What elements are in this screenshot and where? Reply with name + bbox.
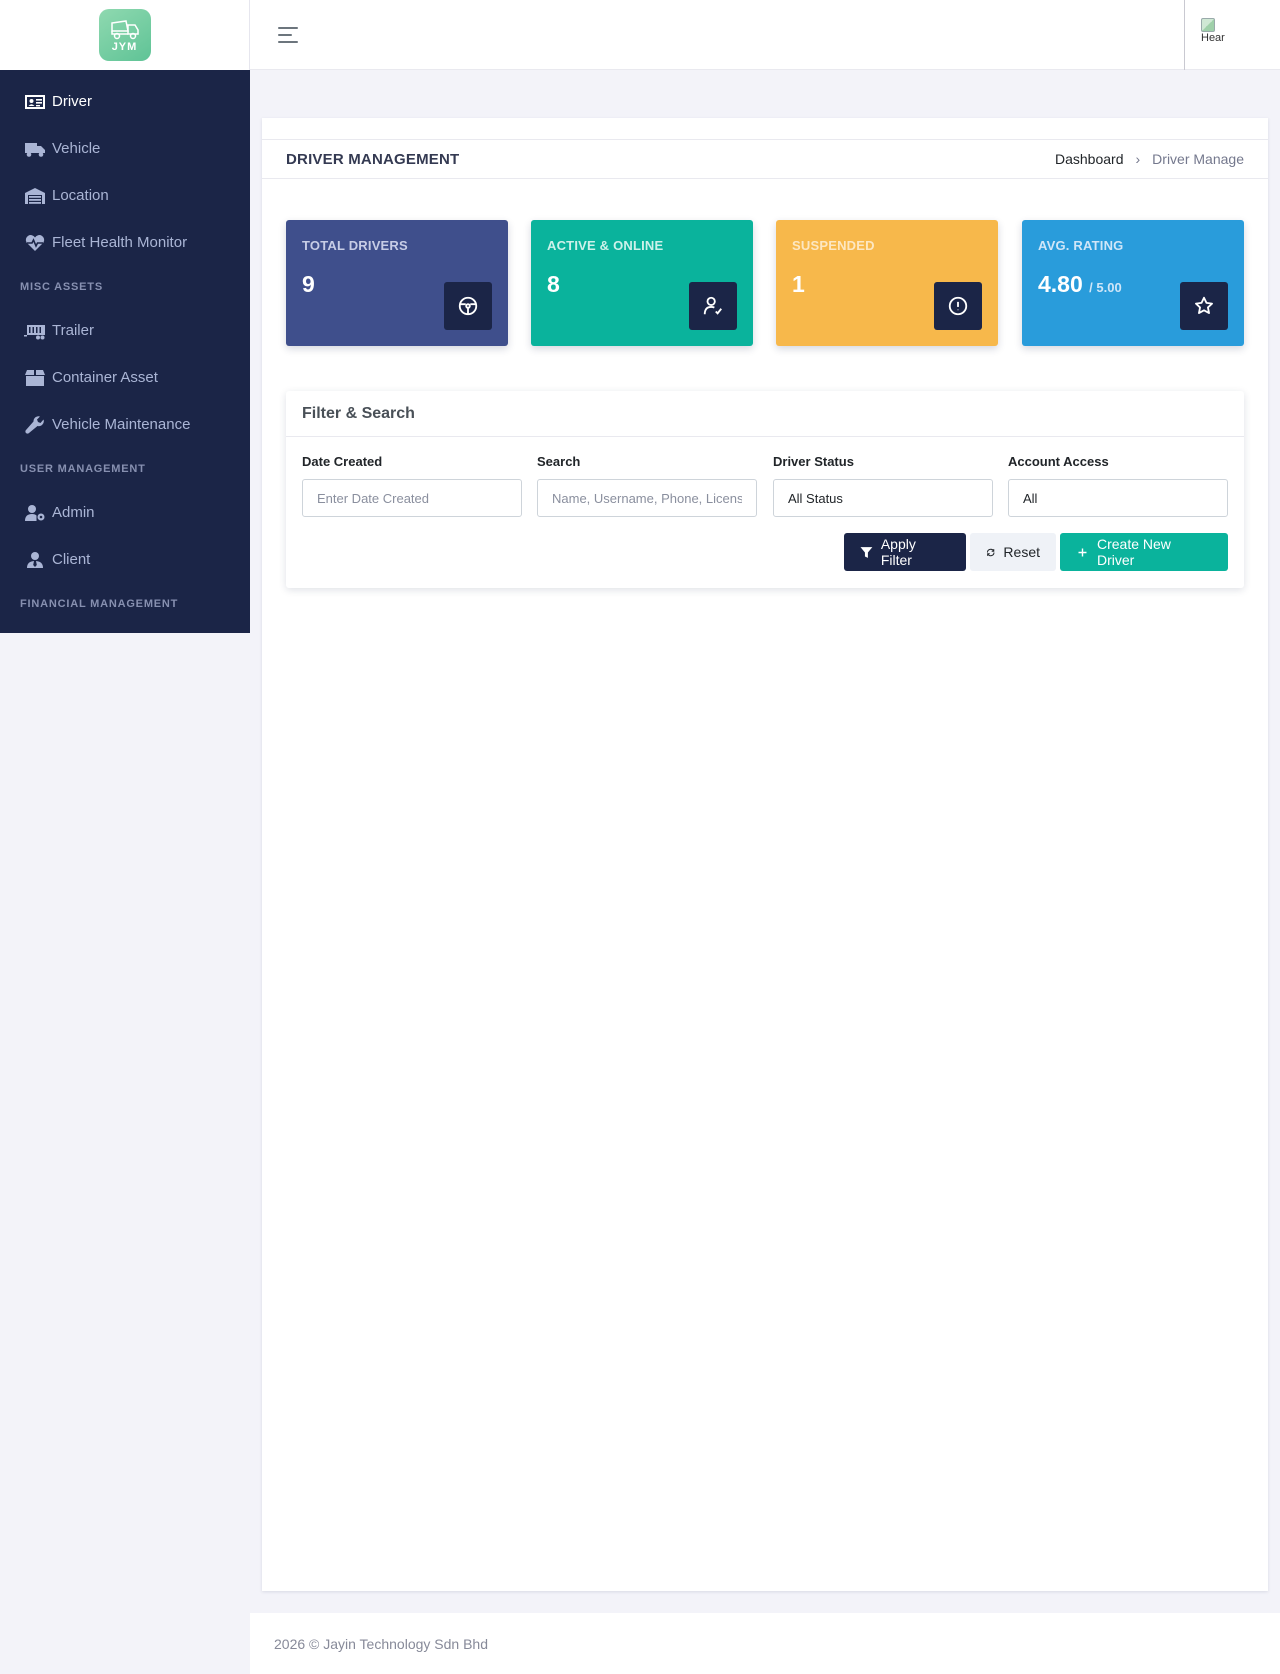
sidebar-section-misc-assets: MISC ASSETS	[20, 280, 103, 293]
truck-icon	[24, 138, 46, 160]
filter-actions: Apply Filter Reset Create New Driver	[840, 533, 1228, 571]
sidebar-item-label: Vehicle Maintenance	[52, 416, 191, 433]
stat-value-number: 4.80	[1038, 271, 1083, 297]
stat-card-active-online: ACTIVE & ONLINE 8	[531, 220, 753, 346]
stat-value-number: 8	[547, 271, 560, 297]
stat-cards: TOTAL DRIVERS 9 ACTIVE & ONLINE 8 SUSPEN…	[286, 220, 1244, 346]
stat-label: AVG. RATING	[1038, 238, 1124, 253]
user-gear-icon	[24, 502, 46, 524]
stat-label: TOTAL DRIVERS	[302, 238, 408, 253]
steering-wheel-icon	[444, 282, 492, 330]
sidebar-item-driver[interactable]: Driver	[0, 78, 250, 125]
sidebar-item-label: Location	[52, 187, 109, 204]
sidebar-section-financial-management: FINANCIAL MANAGEMENT	[20, 597, 179, 610]
filter-title: Filter & Search	[286, 391, 1244, 437]
page-title: DRIVER MANAGEMENT	[286, 150, 460, 168]
sidebar-item-label: Client	[52, 551, 91, 568]
search-input[interactable]	[537, 479, 757, 517]
brand-logo-area: JYM	[0, 0, 250, 70]
id-card-icon	[24, 91, 46, 113]
copyright-text: 2026 © Jayin Technology Sdn Bhd	[274, 1635, 488, 1652]
refresh-icon	[986, 548, 995, 556]
footer: 2026 © Jayin Technology Sdn Bhd	[250, 1613, 1280, 1674]
avatar-alt-text: Hear	[1201, 32, 1225, 44]
create-new-driver-label: Create New Driver	[1096, 536, 1171, 568]
breadcrumb: Dashboard › Driver Manage	[1055, 151, 1244, 167]
driver-status-field: Driver Status All Status	[773, 454, 993, 517]
account-access-select[interactable]: All	[1008, 479, 1228, 517]
star-icon	[1180, 282, 1228, 330]
logo-text: JYM	[111, 41, 138, 53]
sidebar-item-trailer[interactable]: Trailer	[0, 307, 250, 354]
sidebar-section-user-management: USER MANAGEMENT	[20, 462, 146, 475]
date-created-field: Date Created	[302, 454, 522, 517]
stat-value-number: 9	[302, 271, 315, 297]
sidebar-item-vehicle-maintenance[interactable]: Vehicle Maintenance	[0, 401, 250, 448]
stat-value-number: 1	[792, 271, 805, 297]
avatar[interactable]: Hear	[1201, 18, 1233, 52]
page-header: DRIVER MANAGEMENT Dashboard › Driver Man…	[262, 139, 1268, 179]
filter-search-card: Filter & Search Date Created Search Driv…	[286, 391, 1244, 588]
sidebar-item-label: Fleet Health Monitor	[52, 234, 188, 251]
search-label: Search	[537, 454, 581, 469]
stat-card-total-drivers: TOTAL DRIVERS 9	[286, 220, 508, 346]
stat-label: SUSPENDED	[792, 238, 875, 253]
topbar: Hear	[250, 0, 1280, 70]
user-menu[interactable]: Hear	[1184, 0, 1280, 70]
sidebar-item-label: Container Asset	[52, 369, 158, 386]
apply-filter-button[interactable]: Apply Filter	[844, 533, 966, 571]
heart-pulse-icon	[24, 232, 46, 254]
stat-card-suspended: SUSPENDED 1	[776, 220, 998, 346]
user-check-icon	[689, 282, 737, 330]
sidebar-item-admin[interactable]: Admin	[0, 489, 250, 536]
wrench-icon	[24, 414, 46, 436]
broken-image-icon	[1201, 18, 1215, 32]
driver-status-label: Driver Status	[773, 454, 854, 469]
sidebar-item-location[interactable]: Location	[0, 172, 250, 219]
plus-icon	[1078, 548, 1087, 556]
filter-fields: Date Created Search Driver Status All St…	[302, 454, 1228, 517]
account-access-label: Account Access	[1008, 454, 1109, 469]
filter-icon	[860, 546, 873, 558]
driver-status-select[interactable]: All Status	[773, 479, 993, 517]
sidebar-item-vehicle[interactable]: Vehicle	[0, 125, 250, 172]
create-new-driver-button[interactable]: Create New Driver	[1060, 533, 1228, 571]
truck-logo-icon	[110, 20, 139, 40]
sidebar-item-label: Admin	[52, 504, 95, 521]
breadcrumb-dashboard-link[interactable]: Dashboard	[1055, 151, 1124, 167]
sidebar: Driver Vehicle Location Fleet Health Mon…	[0, 70, 250, 633]
warehouse-icon	[24, 185, 46, 207]
user-tie-icon	[24, 549, 46, 571]
breadcrumb-current: Driver Manage	[1152, 151, 1244, 167]
sidebar-item-label: Trailer	[52, 322, 94, 339]
menu-toggle-icon[interactable]	[278, 27, 298, 43]
stat-card-avg-rating: AVG. RATING 4.80 / 5.00	[1022, 220, 1244, 346]
date-created-input[interactable]	[302, 479, 522, 517]
sidebar-item-client[interactable]: Client	[0, 536, 250, 583]
main-content-card: DRIVER MANAGEMENT Dashboard › Driver Man…	[262, 118, 1268, 1591]
box-icon	[24, 367, 46, 389]
date-created-label: Date Created	[302, 454, 383, 469]
sidebar-item-fleet-health-monitor[interactable]: Fleet Health Monitor	[0, 219, 250, 266]
stat-value-suffix: / 5.00	[1089, 280, 1122, 295]
sidebar-item-label: Driver	[52, 93, 92, 110]
sidebar-item-container-asset[interactable]: Container Asset	[0, 354, 250, 401]
stat-label: ACTIVE & ONLINE	[547, 238, 664, 253]
sidebar-item-label: Vehicle	[52, 140, 101, 157]
account-access-field: Account Access All	[1008, 454, 1228, 517]
company-logo[interactable]: JYM	[98, 9, 151, 61]
reset-label: Reset	[1003, 544, 1040, 560]
search-field: Search	[537, 454, 757, 517]
reset-button[interactable]: Reset	[970, 533, 1056, 571]
trailer-icon	[24, 320, 46, 342]
apply-filter-label: Apply Filter	[880, 536, 916, 568]
chevron-right-icon: ›	[1135, 151, 1141, 167]
alert-circle-icon	[934, 282, 982, 330]
